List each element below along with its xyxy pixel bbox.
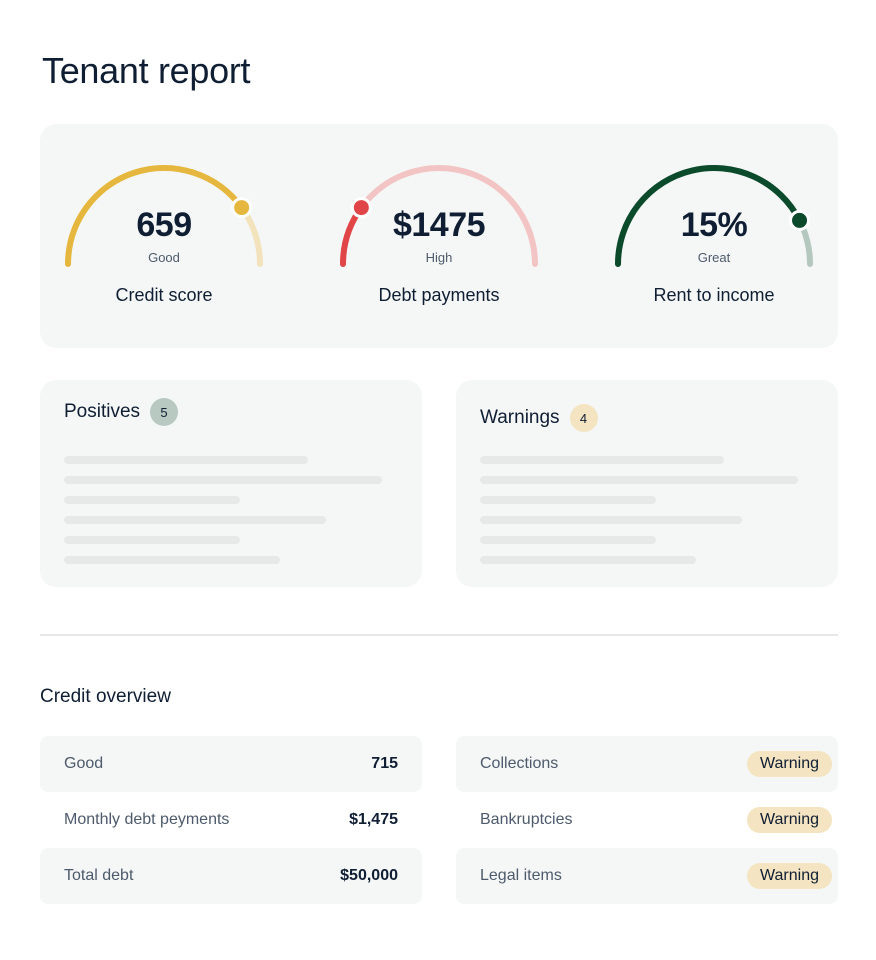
section-divider bbox=[40, 634, 838, 636]
positives-title: Positives bbox=[64, 401, 141, 422]
rent-to-income-gauge: 15% Great Rent to income bbox=[609, 164, 819, 314]
status-badge: Warning bbox=[747, 751, 832, 777]
row-value: 715 bbox=[371, 755, 398, 772]
row-label: Bankruptcies bbox=[480, 811, 573, 828]
placeholder-line bbox=[64, 476, 382, 484]
placeholder-line bbox=[480, 496, 656, 504]
overview-row-good: Good 715 bbox=[40, 736, 422, 792]
status-badge: Warning bbox=[747, 863, 832, 889]
warnings-header: Warnings 4 bbox=[480, 404, 598, 432]
overview-row-legal-items: Legal items Warning bbox=[456, 848, 838, 904]
debt-payments-label: Debt payments bbox=[378, 285, 500, 305]
placeholder-line bbox=[480, 556, 696, 564]
debt-payments-gauge: $1475 High Debt payments bbox=[334, 164, 544, 314]
rent-to-income-value: 15% bbox=[680, 206, 748, 244]
row-label: Monthly debt peyments bbox=[64, 811, 230, 828]
status-badge: Warning bbox=[747, 807, 832, 833]
warnings-count-badge: 4 bbox=[569, 404, 598, 432]
overview-row-bankruptcies: Bankruptcies Warning bbox=[456, 792, 838, 848]
placeholder-line bbox=[480, 536, 656, 544]
gauges-card: 659 Good Credit score $1475 High Debt pa… bbox=[40, 124, 838, 348]
row-label: Legal items bbox=[480, 867, 562, 884]
rent-to-income-rating: Great bbox=[697, 250, 731, 265]
credit-score-gauge: 659 Good Credit score bbox=[59, 164, 269, 314]
credit-overview-title: Credit overview bbox=[40, 686, 171, 707]
overview-row-collections: Collections Warning bbox=[456, 736, 838, 792]
debt-payments-value: $1475 bbox=[392, 206, 486, 244]
credit-score-rating: Good bbox=[148, 250, 180, 265]
rent-to-income-label: Rent to income bbox=[653, 285, 775, 305]
placeholder-line bbox=[64, 496, 240, 504]
warnings-card[interactable]: Warnings 4 bbox=[456, 380, 838, 587]
placeholder-line bbox=[64, 456, 308, 464]
credit-score-value: 659 bbox=[136, 206, 192, 244]
warnings-title: Warnings bbox=[480, 407, 560, 428]
row-label: Collections bbox=[480, 755, 559, 772]
placeholder-line bbox=[480, 516, 742, 524]
positives-card[interactable]: Positives 5 bbox=[40, 380, 422, 587]
page-title: Tenant report bbox=[42, 50, 251, 91]
row-label: Good bbox=[64, 755, 104, 772]
placeholder-line bbox=[64, 556, 280, 564]
row-value: $50,000 bbox=[340, 867, 398, 884]
row-label: Total debt bbox=[64, 867, 134, 884]
placeholder-line bbox=[64, 516, 326, 524]
placeholder-line bbox=[480, 456, 724, 464]
overview-row-total-debt: Total debt $50,000 bbox=[40, 848, 422, 904]
overview-row-monthly-debt: Monthly debt peyments $1,475 bbox=[40, 792, 422, 848]
positives-header: Positives 5 bbox=[64, 398, 179, 426]
positives-count-badge: 5 bbox=[150, 398, 179, 426]
placeholder-line bbox=[64, 536, 240, 544]
row-value: $1,475 bbox=[349, 811, 398, 828]
placeholder-line bbox=[480, 476, 798, 484]
credit-score-label: Credit score bbox=[115, 285, 213, 305]
debt-payments-rating: High bbox=[425, 250, 453, 265]
